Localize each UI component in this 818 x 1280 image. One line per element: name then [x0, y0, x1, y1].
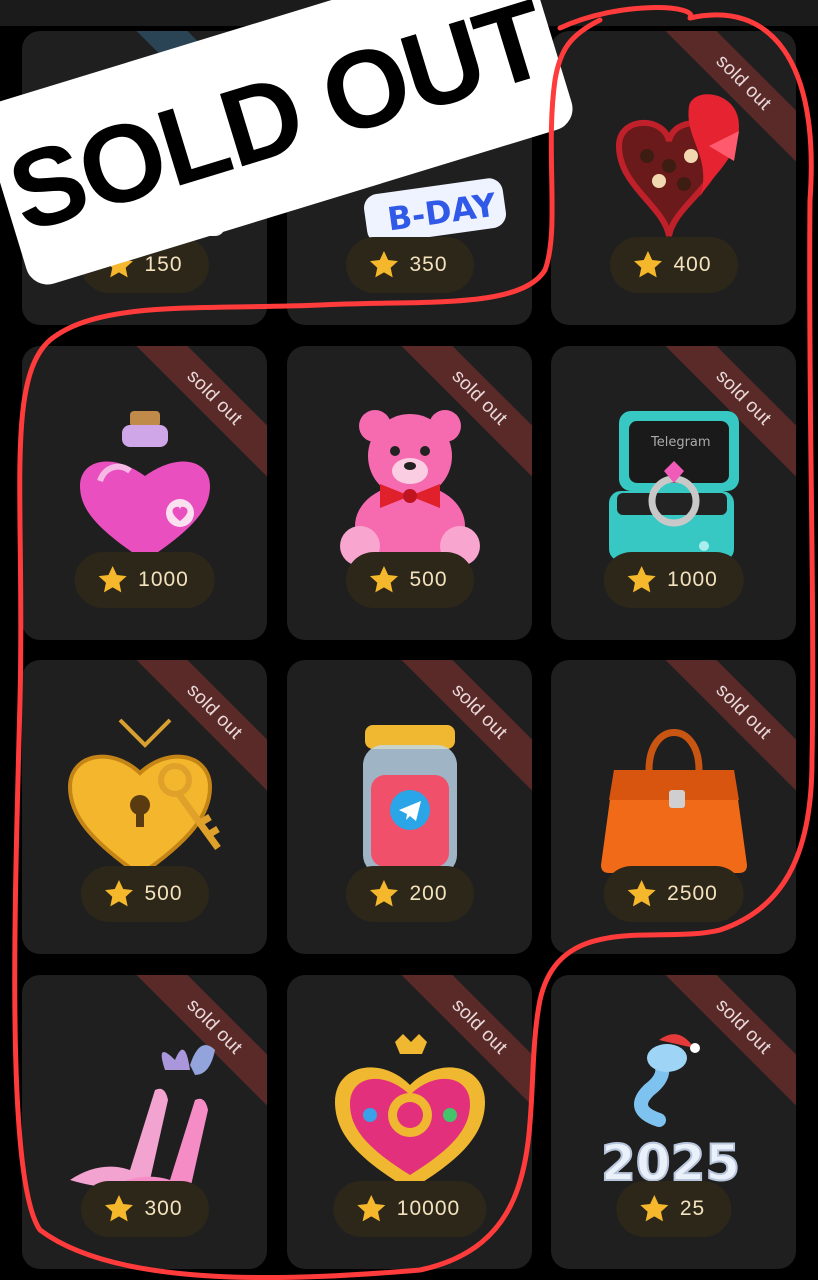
gift-card-love-potion[interactable]: sold out 1000 [22, 346, 267, 640]
price-pill[interactable]: 350 [345, 237, 474, 293]
price-pill[interactable]: 500 [80, 866, 209, 922]
price-value: 500 [409, 568, 448, 591]
handbag-icon [584, 710, 764, 890]
star-icon [355, 1193, 387, 1225]
snake-2025-icon: 2025 [584, 1025, 764, 1205]
star-icon [367, 878, 399, 910]
star-icon [367, 249, 399, 281]
price-pill[interactable]: 1000 [603, 552, 744, 608]
star-icon [367, 564, 399, 596]
price-value: 2500 [667, 882, 718, 905]
price-pill[interactable]: 400 [609, 237, 738, 293]
price-pill[interactable]: 1000 [74, 552, 215, 608]
star-icon [631, 249, 663, 281]
gift-card-orange-handbag[interactable]: sold out 2500 [551, 660, 796, 954]
gift-card-ring-box[interactable]: sold out Telegram 1000 [551, 346, 796, 640]
gift-card-heart-locket[interactable]: sold out 500 [22, 660, 267, 954]
price-value: 10000 [396, 1197, 461, 1220]
price-pill[interactable]: 500 [345, 552, 474, 608]
love-potion-icon [55, 396, 235, 576]
price-pill[interactable]: 200 [345, 866, 474, 922]
gift-card-pink-teddy-bear[interactable]: sold out 500 [287, 346, 532, 640]
price-pill[interactable]: 10000 [332, 1181, 487, 1237]
heart-jar-icon [320, 710, 500, 890]
heart-chocolate-box-icon [584, 81, 764, 261]
price-value: 400 [673, 253, 712, 276]
ring-box-icon: Telegram [584, 396, 764, 576]
star-icon [625, 878, 657, 910]
teddy-bear-icon [320, 396, 500, 576]
star-icon [96, 564, 128, 596]
price-value: 1000 [138, 568, 189, 591]
price-value: 500 [144, 882, 183, 905]
price-value: 1000 [667, 568, 718, 591]
price-pill[interactable]: 300 [80, 1181, 209, 1237]
star-icon [638, 1193, 670, 1225]
price-value: 150 [144, 253, 183, 276]
heart-brooch-icon [320, 1025, 500, 1205]
ring-box-brand: Telegram [650, 435, 711, 450]
price-value: 350 [409, 253, 448, 276]
price-value: 200 [409, 882, 448, 905]
price-pill[interactable]: 25 [615, 1181, 732, 1237]
heart-locket-icon [55, 710, 235, 890]
gift-card-heart-jar[interactable]: sold out 200 [287, 660, 532, 954]
star-icon [102, 878, 134, 910]
star-icon [102, 1193, 134, 1225]
star-icon [625, 564, 657, 596]
gift-card-snake-2025[interactable]: sold out 2025 25 [551, 975, 796, 1269]
gift-card-pink-heels[interactable]: sold out 300 [22, 975, 267, 1269]
price-value: 300 [144, 1197, 183, 1220]
price-pill[interactable]: 2500 [603, 866, 744, 922]
gift-card-heart-brooch[interactable]: sold out 10000 [287, 975, 532, 1269]
pink-heels-icon [55, 1025, 235, 1205]
gift-card-heart-chocolate-box[interactable]: sold out 400 [551, 31, 796, 325]
price-value: 25 [679, 1197, 706, 1220]
